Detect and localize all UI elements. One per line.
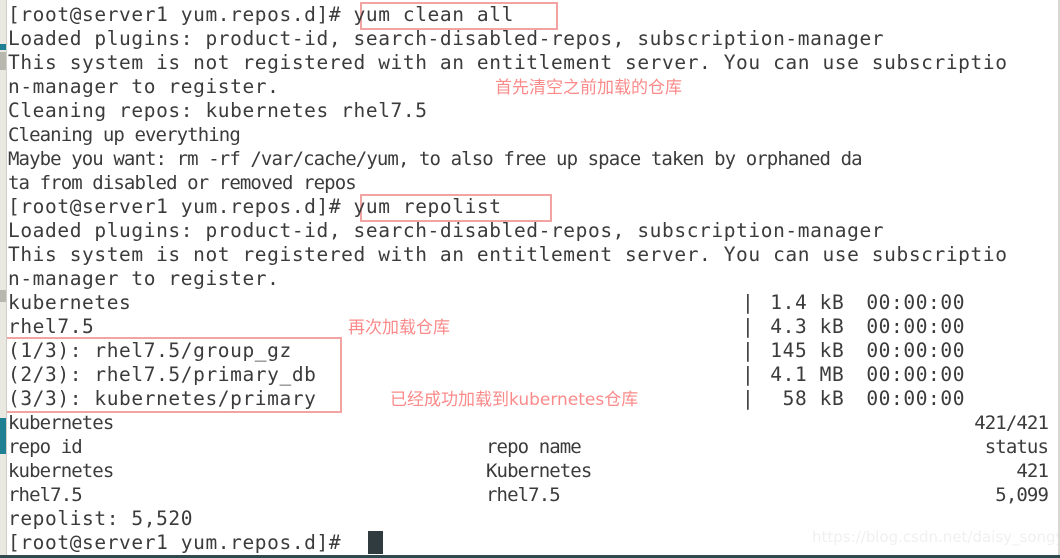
repo-status-cell: 421 xyxy=(1016,460,1049,482)
terminal-line: This system is not registered with an en… xyxy=(8,51,1008,74)
download-time: 00:00:00 xyxy=(866,339,966,362)
annotation-text: 已经成功加载到kubernetes仓库 xyxy=(390,390,639,410)
download-size: 4.1 MB xyxy=(770,363,845,386)
column-separator: | xyxy=(742,291,755,314)
terminal-line: (1/3): rhel7.5/group_gz xyxy=(8,339,292,362)
download-time: 00:00:00 xyxy=(866,315,966,338)
download-size: 145 kB xyxy=(770,339,845,362)
terminal-line: repo id xyxy=(8,436,83,458)
terminal-line: (3/3): kubernetes/primary xyxy=(8,387,317,410)
terminal-line: (2/3): rhel7.5/primary_db xyxy=(8,363,317,386)
terminal-line: n-manager to register. xyxy=(8,75,280,98)
terminal-line: Cleaning repos: kubernetes rhel7.5 xyxy=(8,99,428,122)
column-separator: | xyxy=(742,339,755,362)
terminal-line: Cleaning up everything xyxy=(8,124,241,146)
watermark-text: https://blog.csdn.net/daisy_songyr xyxy=(812,528,1060,546)
scrollbar-track-mark-a xyxy=(0,52,6,70)
scrollbar-thumb-upper[interactable] xyxy=(0,44,6,50)
terminal-line: [root@server1 yum.repos.d]# yum repolist xyxy=(8,195,502,218)
download-time: 00:00:00 xyxy=(866,291,966,314)
download-progress-row: | 4.1 MB 00:00:00 xyxy=(742,363,965,387)
terminal-line: kubernetes xyxy=(8,412,114,434)
terminal-line: [root@server1 yum.repos.d]# yum clean al… xyxy=(8,3,514,26)
repo-name-cell: rhel7.5 xyxy=(486,484,561,506)
download-progress-row: | 1.4 kB 00:00:00 xyxy=(742,291,965,315)
column-separator: | xyxy=(742,363,755,386)
repo-status-cell: 421/421 xyxy=(974,412,1049,434)
terminal-line: Maybe you want: rm -rf /var/cache/yum, t… xyxy=(8,148,863,170)
terminal-line: Loaded plugins: product-id, search-disab… xyxy=(8,27,885,50)
repo-name-header: repo name xyxy=(486,436,582,458)
annotation-text: 再次加载仓库 xyxy=(348,318,450,338)
block-cursor xyxy=(368,531,383,554)
terminal-line: [root@server1 yum.repos.d]# xyxy=(8,531,342,554)
scrollbar-track-mark-b xyxy=(0,290,6,302)
terminal-line: repolist: 5,520 xyxy=(8,507,194,530)
download-progress-row: | 145 kB 00:00:00 xyxy=(742,339,965,363)
terminal-line: kubernetes xyxy=(8,460,114,482)
terminal-window[interactable]: [root@server1 yum.repos.d]# yum clean al… xyxy=(0,0,1060,558)
scrollbar-thumb-lower[interactable] xyxy=(0,418,6,454)
repo-status-cell: status xyxy=(984,436,1049,458)
download-time: 00:00:00 xyxy=(866,363,966,386)
terminal-line: This system is not registered with an en… xyxy=(8,243,1008,266)
download-progress-row: | 4.3 kB 00:00:00 xyxy=(742,315,965,339)
download-size: 4.3 kB xyxy=(770,315,845,338)
terminal-line: kubernetes xyxy=(8,291,132,314)
column-separator: | xyxy=(742,387,755,410)
repo-status-cell: 5,099 xyxy=(995,484,1049,506)
terminal-line: rhel7.5 xyxy=(8,315,95,338)
repo-name-cell: Kubernetes xyxy=(486,460,592,482)
column-separator: | xyxy=(742,315,755,338)
terminal-line: n-manager to register. xyxy=(8,267,280,290)
terminal-line: rhel7.5 xyxy=(8,484,83,506)
vertical-scrollbar[interactable] xyxy=(0,0,7,558)
terminal-line: ta from disabled or removed repos xyxy=(8,172,357,194)
download-size: 1.4 kB xyxy=(770,291,845,314)
download-progress-row: | 58 kB 00:00:00 xyxy=(742,387,965,411)
download-size: 58 kB xyxy=(770,387,845,410)
terminal-line: Loaded plugins: product-id, search-disab… xyxy=(8,219,885,242)
download-time: 00:00:00 xyxy=(866,387,966,410)
annotation-text: 首先清空之前加载的仓库 xyxy=(495,78,682,98)
